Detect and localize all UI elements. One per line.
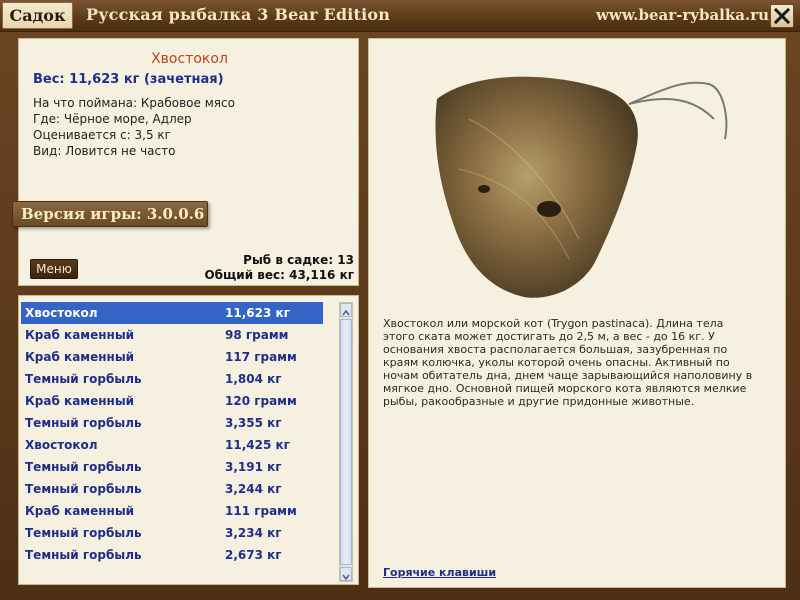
list-item[interactable]: Хвостокол 11,425 кг — [21, 434, 323, 456]
list-item-weight: 11,623 кг — [225, 306, 290, 320]
list-item[interactable]: Темный горбыль 3,191 кг — [21, 456, 323, 478]
tab-sadok[interactable]: Садок — [2, 2, 73, 29]
list-item[interactable]: Краб каменный 120 грамм — [21, 390, 323, 412]
list-item-name: Хвостокол — [25, 438, 98, 452]
detail-bait: На что поймана: Крабовое мясо — [33, 96, 235, 110]
list-item[interactable]: Темный горбыль 1,804 кг — [21, 368, 323, 390]
site-url: www.bear-rybalka.ru — [596, 6, 769, 24]
list-item-weight: 111 грамм — [225, 504, 297, 518]
list-item-name: Краб каменный — [25, 350, 135, 364]
list-item-name: Темный горбыль — [25, 526, 142, 540]
list-item-weight: 117 грамм — [225, 350, 297, 364]
scroll-down-button[interactable] — [340, 567, 352, 581]
list-item-name: Темный горбыль — [25, 482, 142, 496]
chevron-up-icon — [342, 309, 350, 316]
detail-min-weight: Оценивается с: 3,5 кг — [33, 128, 171, 142]
list-item-name: Темный горбыль — [25, 372, 142, 386]
fish-info-panel: Хвостокол Вес: 11,623 кг (зачетная) На ч… — [18, 38, 359, 286]
close-button[interactable] — [770, 4, 794, 28]
list-item[interactable]: Темный горбыль 3,355 кг — [21, 412, 323, 434]
list-item-weight: 98 грамм — [225, 328, 289, 342]
list-item-weight: 3,244 кг — [225, 482, 282, 496]
list-item[interactable]: Краб каменный 117 грамм — [21, 346, 323, 368]
list-item[interactable]: Краб каменный 98 грамм — [21, 324, 323, 346]
list-item[interactable]: Темный горбыль 3,244 кг — [21, 478, 323, 500]
list-item-name: Темный горбыль — [25, 460, 142, 474]
fish-weight: Вес: 11,623 кг (зачетная) — [33, 72, 224, 87]
scroll-up-button[interactable] — [340, 303, 352, 317]
close-icon — [774, 8, 790, 24]
catch-list-panel: Хвостокол 11,623 кг Краб каменный 98 грамм К… — [18, 295, 359, 585]
list-item-name: Темный горбыль — [25, 416, 142, 430]
list-item-name: Краб каменный — [25, 328, 135, 342]
list-item-weight: 1,804 кг — [225, 372, 282, 386]
list-item-name: Хвостокол — [25, 306, 98, 320]
list-item[interactable]: Краб каменный 111 грамм — [21, 500, 323, 522]
hotkeys-link[interactable]: Горячие клавиши — [383, 566, 496, 579]
stingray-image — [435, 76, 728, 298]
list-item[interactable]: Темный горбыль 2,673 кг — [21, 544, 323, 566]
catch-list: Хвостокол 11,623 кг Краб каменный 98 грамм К… — [21, 302, 323, 566]
fish-name: Хвостокол — [151, 51, 228, 67]
list-item[interactable]: Хвостокол 11,623 кг — [21, 302, 323, 324]
chevron-down-icon — [342, 574, 350, 581]
title-bar: Садок Русская рыбалка 3 Bear Edition www… — [0, 0, 800, 32]
fish-description: Хвостокол или морской кот (Trygon pastin… — [383, 317, 753, 408]
list-item-weight: 2,673 кг — [225, 548, 282, 562]
list-item[interactable]: Темный горбыль 3,234 кг — [21, 522, 323, 544]
fish-detail-panel: Хвостокол или морской кот (Trygon pastin… — [368, 38, 786, 588]
list-item-weight: 11,425 кг — [225, 438, 290, 452]
menu-button[interactable]: Меню — [30, 259, 78, 279]
list-item-name: Темный горбыль — [25, 548, 142, 562]
detail-rarity: Вид: Ловится не часто — [33, 144, 176, 158]
list-item-name: Краб каменный — [25, 504, 135, 518]
list-item-name: Краб каменный — [25, 394, 135, 408]
app-title: Русская рыбалка 3 Bear Edition — [86, 5, 391, 24]
list-item-weight: 120 грамм — [225, 394, 297, 408]
total-weight: Общий вес: 43,116 кг — [204, 268, 354, 282]
list-item-weight: 3,234 кг — [225, 526, 282, 540]
list-item-weight: 3,355 кг — [225, 416, 282, 430]
version-badge: Версия игры: 3.0.0.6 — [12, 201, 208, 227]
scroll-thumb[interactable] — [340, 319, 352, 565]
list-item-weight: 3,191 кг — [225, 460, 282, 474]
detail-location: Где: Чёрное море, Адлер — [33, 112, 192, 126]
fish-count: Рыб в садке: 13 — [243, 253, 354, 267]
list-scrollbar[interactable] — [339, 302, 353, 582]
